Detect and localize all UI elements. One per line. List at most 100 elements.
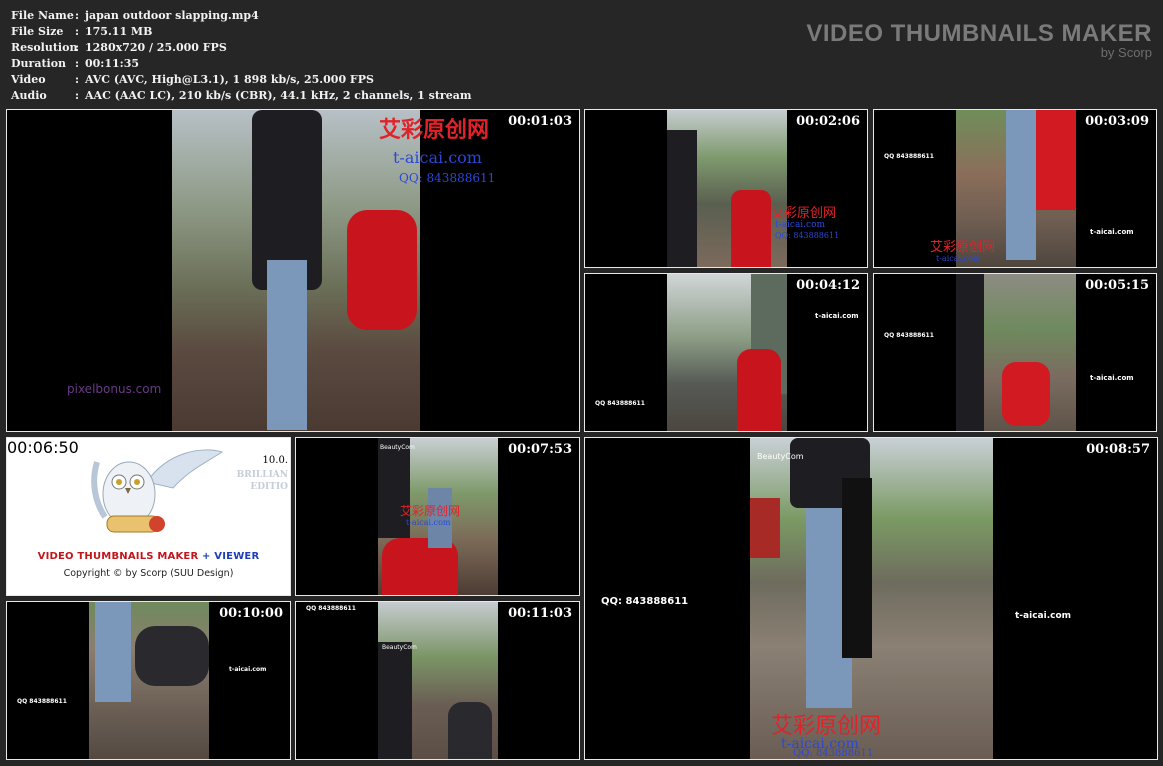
watermark-text: BeautyCom xyxy=(757,452,804,461)
info-value: AVC (AVC, High@L3.1), 1 898 kb/s, 25.000… xyxy=(85,73,374,86)
watermark-text: pixelbonus.com xyxy=(67,382,162,396)
watermark-text: t-aicai.com xyxy=(1090,374,1134,382)
watermark-text: 艾彩原创网 xyxy=(379,117,490,143)
video-thumbnail[interactable]: BeautyCom QQ: 843888611 t-aicai.com 艾彩原创… xyxy=(584,437,1158,760)
timestamp: 00:01:03 xyxy=(508,114,572,129)
figure-kneeling xyxy=(135,626,209,686)
version-label: 10.0. xyxy=(262,455,288,466)
figure-red-jacket xyxy=(731,190,771,267)
video-thumbnail[interactable]: QQ 843888611 t-aicai.com 00:05:15 xyxy=(873,273,1157,432)
timestamp: 00:04:12 xyxy=(796,278,860,293)
watermark-text: 艾彩原创网 xyxy=(771,206,837,221)
watermark-text: QQ: 843888611 xyxy=(793,748,874,759)
info-value: AAC (AAC LC), 210 kb/s (CBR), 44.1 kHz, … xyxy=(85,89,472,102)
watermark-text: t-aicai.com xyxy=(775,220,826,230)
watermark-text: QQ 843888611 xyxy=(884,332,934,339)
watermark-text: t-aicai.com xyxy=(1015,611,1072,621)
watermark-text: BeautyCom xyxy=(382,644,417,651)
video-thumbnail[interactable]: 10.0. BRILLIAN EDITIO VIDEO THUMBNAILS M… xyxy=(6,437,291,596)
watermark-text: t-aicai.com xyxy=(406,518,451,527)
figure-jeans xyxy=(267,260,307,430)
file-info-row: Audio: AAC (AAC LC), 210 kb/s (CBR), 44.1… xyxy=(11,88,471,104)
figure-trousers xyxy=(842,478,872,658)
info-label: Duration xyxy=(11,57,67,70)
watermark-text: QQ 843888611 xyxy=(17,698,67,705)
edition-label: EDITIO xyxy=(250,482,288,492)
info-separator: : xyxy=(75,41,80,54)
timestamp: 00:08:57 xyxy=(1086,442,1150,457)
info-label: Resolution xyxy=(11,41,78,54)
file-info: File Name: japan outdoor slapping.mp4 Fil… xyxy=(11,8,471,104)
figure-jeans xyxy=(95,602,131,702)
watermark-text: t-aicai.com xyxy=(815,312,859,320)
figure-jacket xyxy=(378,642,412,759)
frame-image xyxy=(667,274,787,431)
video-thumbnail[interactable]: 艾彩原创网 t-aicai.com QQ: 843888611 pixelbon… xyxy=(6,109,580,432)
video-thumbnail[interactable]: QQ 843888611 BeautyCom 00:11:03 xyxy=(295,601,580,760)
frame-image xyxy=(172,110,420,431)
info-separator: : xyxy=(75,25,80,38)
file-info-row: File Size:175.11 MB xyxy=(11,24,471,40)
watermark-text: QQ 843888611 xyxy=(595,400,645,407)
video-thumbnail[interactable]: t-aicai.com QQ 843888611 00:10:00 xyxy=(6,601,291,760)
info-label: File Size xyxy=(11,25,64,38)
info-separator: : xyxy=(75,89,80,102)
video-thumbnail[interactable]: t-aicai.com QQ 843888611 00:04:12 xyxy=(584,273,868,432)
frame-image xyxy=(89,602,209,759)
owl-logo-icon xyxy=(91,449,224,533)
frame-image xyxy=(378,602,498,759)
logo-title-viewer: VIEWER xyxy=(214,551,260,562)
video-thumbnail[interactable]: t-aicai.com QQ 843888611 艾彩原创网 t-aicai.c… xyxy=(873,109,1157,268)
watermark-text: 艾彩原创网 xyxy=(930,240,996,255)
watermark-text: QQ 843888611 xyxy=(884,153,934,160)
figure-red-jacket xyxy=(737,349,781,431)
logo-title: VIDEO THUMBNAILS MAKER + VIEWER xyxy=(7,551,290,562)
frame-image xyxy=(667,110,787,267)
watermark-text: 艾彩原创网 xyxy=(400,504,461,518)
info-separator: : xyxy=(75,57,80,70)
file-info-row: Video: AVC (AVC, High@L3.1), 1 898 kb/s, … xyxy=(11,72,471,88)
info-label: File Name xyxy=(11,9,74,22)
watermark-text: BeautyCom xyxy=(380,444,415,451)
figure-kneeling xyxy=(448,702,492,759)
logo-title-main: VIDEO THUMBNAILS MAKER xyxy=(37,551,199,562)
info-value: 00:11:35 xyxy=(85,57,140,70)
watermark-text: QQ 843888611 xyxy=(306,605,356,612)
video-thumbnail[interactable]: BeautyCom 艾彩原创网 t-aicai.com 00:07:53 xyxy=(295,437,580,596)
logo-title-plus: + xyxy=(198,551,215,562)
edition-label: BRILLIAN xyxy=(236,470,288,480)
watermark-text: QQ: 843888611 xyxy=(775,231,840,240)
info-value: japan outdoor slapping.mp4 xyxy=(85,9,259,22)
watermark-text: t-aicai.com xyxy=(1090,228,1134,236)
info-label: Video xyxy=(11,73,46,86)
info-separator: : xyxy=(75,73,80,86)
timestamp: 00:03:09 xyxy=(1085,114,1149,129)
file-info-row: File Name: japan outdoor slapping.mp4 xyxy=(11,8,471,24)
watermark-text: t-aicai.com xyxy=(393,148,482,167)
brand-title: VIDEO THUMBNAILS MAKER xyxy=(806,20,1152,47)
figure-red-jacket xyxy=(1036,110,1076,210)
figure-jacket xyxy=(956,274,984,431)
info-label: Audio xyxy=(11,89,47,102)
watermark-text: QQ: 843888611 xyxy=(399,171,496,185)
file-info-row: Resolution:1280x720 / 25.000 FPS xyxy=(11,40,471,56)
timestamp: 00:07:53 xyxy=(508,442,572,457)
video-thumbnail[interactable]: 艾彩原创网 t-aicai.com QQ: 843888611 00:02:06 xyxy=(584,109,868,268)
timestamp: 00:10:00 xyxy=(219,606,283,621)
figure-red-jacket xyxy=(347,210,417,330)
watermark-text: t-aicai.com xyxy=(936,254,981,263)
logo-copyright: Copyright © by Scorp (SUU Design) xyxy=(63,568,234,579)
info-value: 175.11 MB xyxy=(85,25,153,38)
figure-jacket xyxy=(667,130,697,267)
brand-watermark: VIDEO THUMBNAILS MAKER by Scorp xyxy=(806,20,1152,60)
timestamp: 00:11:03 xyxy=(508,606,572,621)
file-info-row: Duration:00:11:35 xyxy=(11,56,471,72)
figure-jeans xyxy=(1006,110,1036,260)
figure-red-jacket xyxy=(1002,362,1050,426)
timestamp: 00:05:15 xyxy=(1085,278,1149,293)
frame-image xyxy=(956,274,1076,431)
watermark-text: t-aicai.com xyxy=(229,666,267,673)
info-separator: : xyxy=(75,9,80,22)
watermark-text: QQ: 843888611 xyxy=(601,596,689,607)
info-value: 1280x720 / 25.000 FPS xyxy=(85,41,227,54)
